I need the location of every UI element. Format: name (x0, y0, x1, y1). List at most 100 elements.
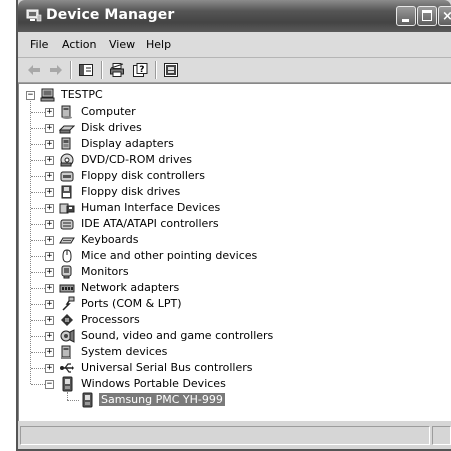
maximize-icon (422, 10, 432, 21)
tree-connector-line (31, 320, 45, 321)
tree-connector-line (31, 176, 45, 177)
tree-category-label[interactable]: Monitors (81, 265, 129, 278)
tree-device-label-selected[interactable]: Samsung PMC YH-999 (99, 393, 225, 406)
tree-category-label[interactable]: Floppy disk drives (81, 185, 180, 198)
tree-connector-line (31, 304, 45, 305)
toolbar-separator (70, 61, 72, 79)
tree-category-label[interactable]: Universal Serial Bus controllers (81, 361, 252, 374)
tree-category-label[interactable]: Mice and other pointing devices (81, 249, 257, 262)
window-title: Device Manager (46, 7, 175, 23)
expand-toggle[interactable]: + (45, 124, 54, 133)
tree-category-label[interactable]: Windows Portable Devices (81, 377, 226, 390)
status-panel-main (20, 426, 430, 445)
status-panel-secondary (432, 426, 451, 445)
tree-category-label[interactable]: IDE ATA/ATAPI controllers (81, 217, 219, 230)
device-tree[interactable]: − TESTPC + Computer + Disk drives + Display a… (18, 83, 451, 421)
device-manager-window: Device Manager × File Action View Help ?… (16, 0, 451, 451)
tree-connector-line (67, 400, 79, 401)
back-arrow-icon[interactable] (26, 62, 42, 78)
tree-connector-line (31, 288, 45, 289)
expand-toggle[interactable]: + (45, 220, 54, 229)
disk-drive-icon (59, 125, 75, 134)
tree-category-label[interactable]: Human Interface Devices (81, 201, 220, 214)
maximize-button[interactable] (417, 6, 437, 26)
port-icon (62, 296, 75, 311)
display-adapter-icon (61, 137, 71, 150)
keyboard-icon (59, 237, 75, 244)
expand-toggle[interactable]: + (45, 332, 54, 341)
floppy-controller-icon (60, 171, 74, 182)
minimize-icon (402, 19, 409, 22)
print-icon[interactable] (109, 62, 125, 78)
root-collapse-toggle[interactable]: − (26, 91, 35, 100)
status-bar (18, 423, 451, 449)
tree-category-label[interactable]: Disk drives (81, 121, 142, 134)
expand-toggle[interactable]: + (45, 268, 54, 277)
tree-connector-line (31, 384, 45, 385)
expand-toggle[interactable]: + (45, 348, 54, 357)
tree-root-label[interactable]: TESTPC (61, 88, 103, 101)
tree-category-label[interactable]: Sound, video and game controllers (81, 329, 273, 342)
toolbar: ? (18, 58, 451, 83)
tree-connector-line (31, 256, 45, 257)
expand-toggle[interactable]: + (45, 204, 54, 213)
expand-toggle[interactable]: + (45, 316, 54, 325)
tree-category-label[interactable]: Floppy disk controllers (81, 169, 205, 182)
tree-category-label[interactable]: Ports (COM & LPT) (81, 297, 182, 310)
menu-view[interactable]: View (109, 38, 135, 51)
mouse-icon (62, 249, 72, 263)
expand-toggle[interactable]: + (45, 300, 54, 309)
usb-icon (60, 363, 74, 373)
toolbar-separator (101, 61, 103, 79)
expand-toggle[interactable]: + (45, 236, 54, 245)
floppy-drive-icon (61, 185, 72, 199)
close-icon: × (442, 9, 451, 24)
menu-action[interactable]: Action (62, 38, 96, 51)
device-manager-icon (26, 9, 42, 22)
minimize-button[interactable] (396, 6, 416, 26)
monitor-icon (61, 265, 72, 279)
portable-device-icon (62, 376, 73, 392)
close-button[interactable]: × (438, 6, 451, 26)
tree-connector-line (31, 128, 45, 129)
tree-category-label[interactable]: Network adapters (81, 281, 179, 294)
tree-connector-line (31, 208, 45, 209)
forward-arrow-icon[interactable] (48, 62, 64, 78)
network-adapter-icon (59, 284, 75, 293)
computer-icon (40, 88, 55, 102)
tree-connector-line (31, 272, 45, 273)
tree-category-label[interactable]: Processors (81, 313, 140, 326)
tree-category-label[interactable]: System devices (81, 345, 167, 358)
dvd-drive-icon (60, 153, 74, 167)
expand-toggle[interactable]: + (45, 140, 54, 149)
tree-category-label[interactable]: Computer (81, 105, 136, 118)
expand-toggle[interactable]: + (45, 252, 54, 261)
show-hide-console-tree-icon[interactable] (78, 62, 94, 78)
processor-icon (61, 314, 73, 326)
title-bar[interactable]: Device Manager × (18, 0, 451, 32)
expand-toggle[interactable]: + (45, 364, 54, 373)
expand-toggle[interactable]: + (45, 172, 54, 181)
expand-toggle[interactable]: + (45, 108, 54, 117)
menu-help[interactable]: Help (146, 38, 171, 51)
tree-category-label[interactable]: DVD/CD-ROM drives (81, 153, 192, 166)
tree-connector-line (31, 144, 45, 145)
toolbar-separator (155, 61, 157, 79)
tree-connector-line (31, 160, 45, 161)
tree-connector-line (31, 352, 45, 353)
tree-connector-line (31, 368, 45, 369)
tree-connector-line (31, 224, 45, 225)
tree-category-label[interactable]: Display adapters (81, 137, 174, 150)
help-icon[interactable]: ? (132, 62, 148, 78)
expand-toggle[interactable]: + (45, 156, 54, 165)
tree-connector-line (31, 112, 45, 113)
hid-icon (59, 203, 75, 214)
menu-file[interactable]: File (30, 38, 48, 51)
sound-icon (60, 329, 75, 343)
properties-icon[interactable] (163, 62, 179, 78)
expand-toggle[interactable]: + (45, 188, 54, 197)
tree-category-label[interactable]: Keyboards (81, 233, 138, 246)
expand-toggle[interactable]: + (45, 284, 54, 293)
menu-bar: File Action View Help (18, 32, 451, 58)
collapse-toggle[interactable]: − (45, 380, 54, 389)
